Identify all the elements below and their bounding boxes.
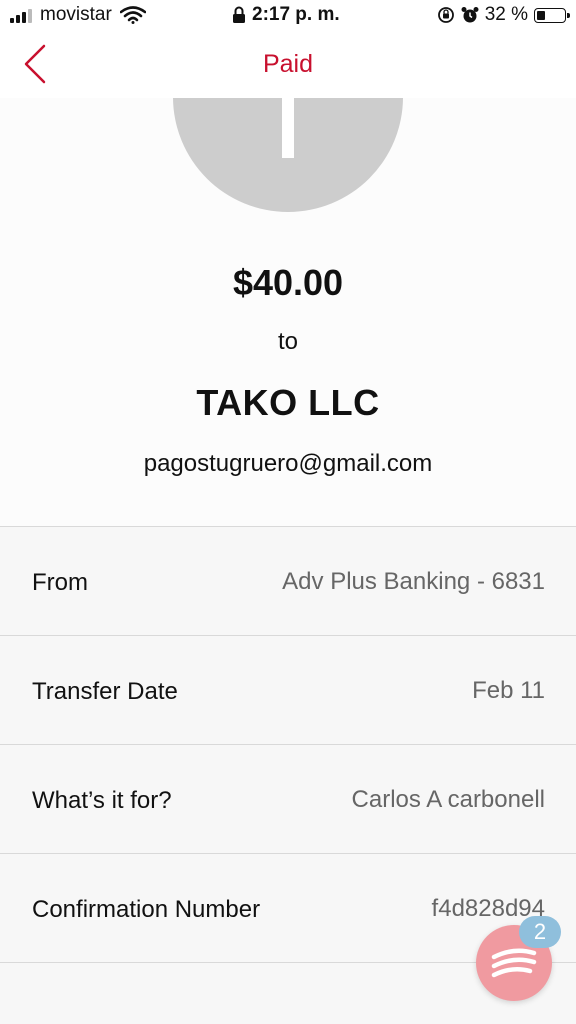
orientation-lock-icon: [437, 7, 454, 23]
detail-label: What’s it for?: [32, 787, 172, 814]
chat-icon: [491, 948, 537, 978]
detail-value: Carlos A carbonell: [351, 786, 545, 813]
payee-avatar: [173, 98, 403, 212]
page-title: Paid: [262, 50, 314, 78]
battery-percentage: 32 %: [484, 4, 528, 25]
alarm-icon: [461, 7, 479, 23]
detail-row-memo: What’s it for? Carlos A carbonell: [0, 744, 576, 853]
status-bar: movistar 2:17 p. m. 32 %: [0, 0, 576, 32]
payment-amount: $40.00: [232, 262, 344, 303]
payee-name: TAKO LLC: [196, 382, 380, 423]
detail-label: Transfer Date: [32, 678, 178, 705]
lock-icon: [233, 6, 245, 23]
payee-email: pagostugruero@gmail.com: [143, 450, 433, 477]
payment-details-list: From Adv Plus Banking - 6831 Transfer Da…: [0, 526, 576, 963]
signal-icon: [10, 7, 32, 23]
detail-value: Adv Plus Banking - 6831: [282, 568, 545, 595]
payment-summary: $40.00 to TAKO LLC pagostugruero@gmail.c…: [0, 98, 576, 526]
wifi-icon: [119, 6, 146, 24]
notification-badge: 2: [519, 916, 561, 948]
carrier-name: movistar: [40, 4, 112, 25]
detail-label: Confirmation Number: [32, 896, 261, 923]
detail-label: From: [32, 569, 88, 596]
status-time: 2:17 p. m.: [252, 4, 340, 25]
to-label: to: [277, 328, 298, 355]
detail-value: Feb 11: [472, 677, 545, 704]
detail-row-transfer-date: Transfer Date Feb 11: [0, 635, 576, 744]
detail-row-from: From Adv Plus Banking - 6831: [0, 526, 576, 635]
battery-icon: [534, 7, 570, 23]
navigation-bar: Paid: [0, 32, 576, 98]
